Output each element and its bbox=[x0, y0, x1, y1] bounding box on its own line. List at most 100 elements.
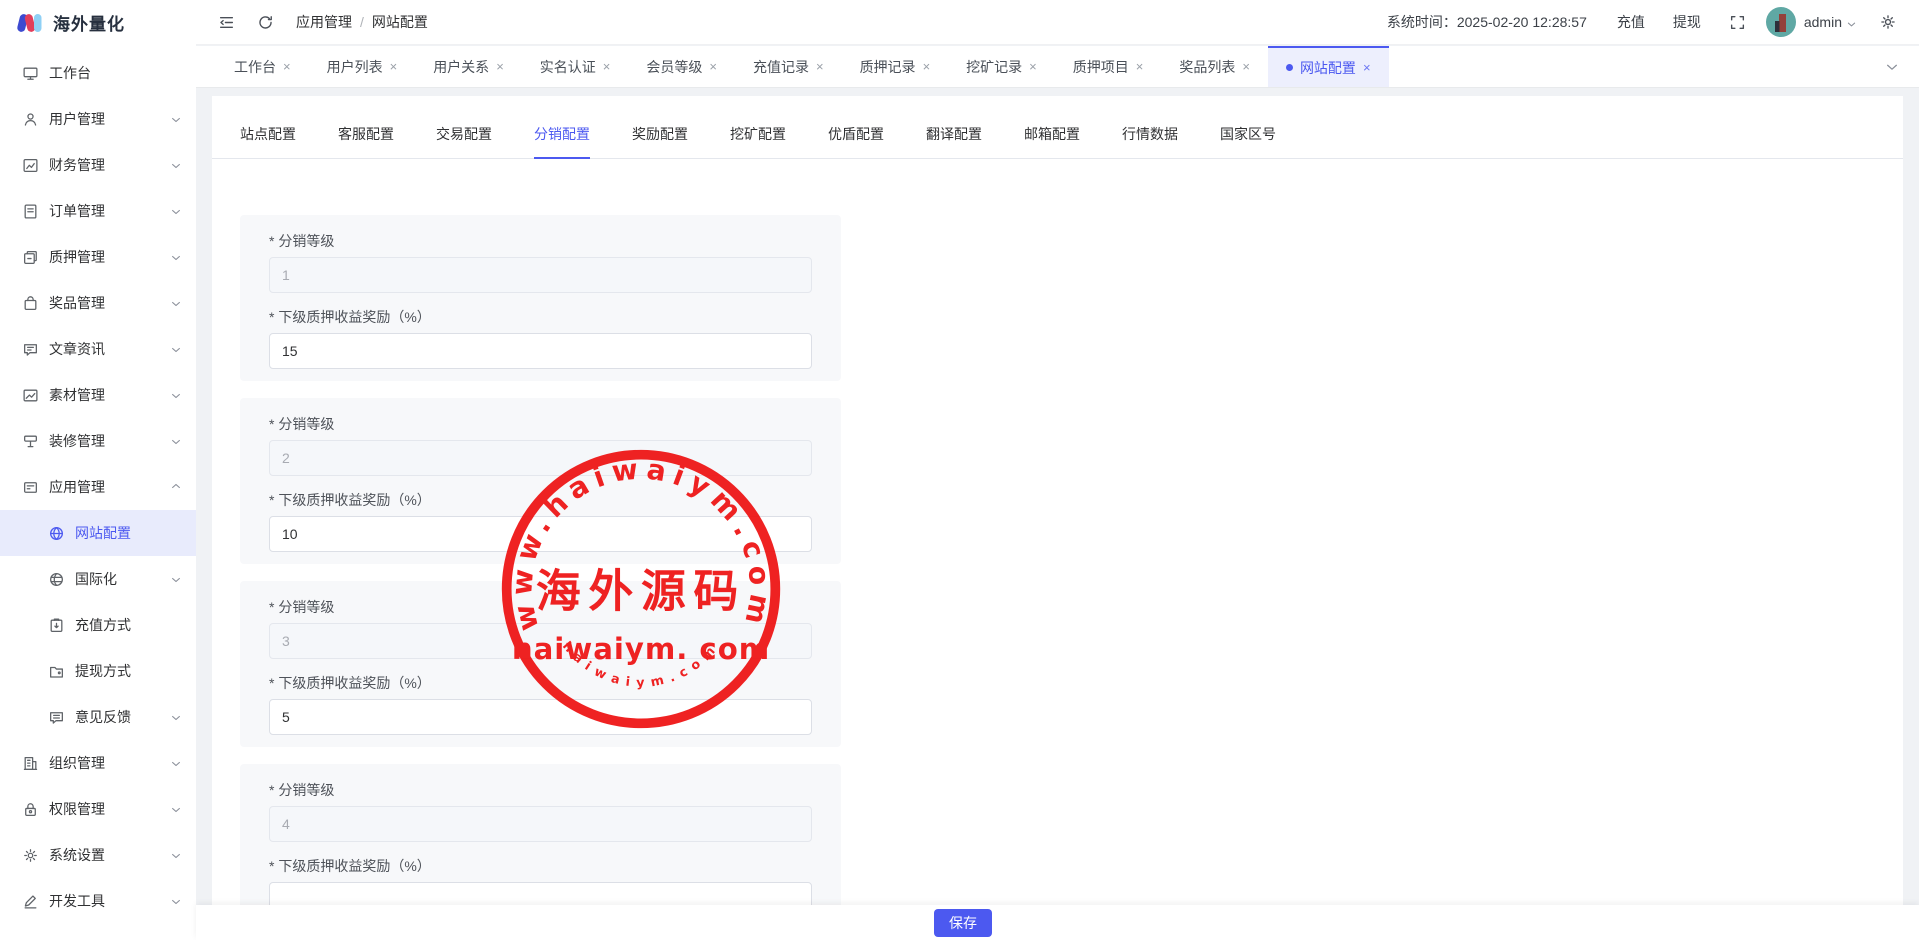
distribution-level-card: * 分销等级2* 下级质押收益奖励（%）10 bbox=[240, 398, 841, 564]
distribution-level-label: * 分销等级 bbox=[269, 780, 812, 800]
tab-recharge-records[interactable]: 充值记录× bbox=[735, 46, 842, 87]
sidebar-item-order-mgmt[interactable]: 订单管理 bbox=[0, 188, 196, 234]
sidebar-item-dev-tools[interactable]: 开发工具 bbox=[0, 878, 196, 924]
avatar[interactable] bbox=[1766, 7, 1796, 37]
pledge-reward-input[interactable]: 5 bbox=[269, 699, 812, 735]
subtab-trade[interactable]: 交易配置 bbox=[436, 124, 492, 158]
sidebar-item-pledge-mgmt[interactable]: 质押管理 bbox=[0, 234, 196, 280]
tab-user-relation[interactable]: 用户关系× bbox=[415, 46, 522, 87]
prize-bag-icon bbox=[22, 295, 39, 312]
withdraw-link[interactable]: 提现 bbox=[1673, 12, 1701, 32]
subtab-service[interactable]: 客服配置 bbox=[338, 124, 394, 158]
sidebar-item-decorate-mgmt[interactable]: 装修管理 bbox=[0, 418, 196, 464]
close-icon[interactable]: × bbox=[923, 60, 931, 73]
sidebar-menu: 工作台用户管理财务管理订单管理质押管理奖品管理文章资讯素材管理装修管理应用管理网… bbox=[0, 45, 196, 924]
tab-workbench[interactable]: 工作台 × bbox=[216, 46, 309, 87]
pledge-reward-input[interactable]: 15 bbox=[269, 333, 812, 369]
breadcrumb-parent[interactable]: 应用管理 bbox=[296, 12, 352, 32]
sidebar-item-label: 充值方式 bbox=[75, 615, 131, 635]
close-icon[interactable]: × bbox=[816, 60, 824, 73]
withdraw-folder-icon bbox=[48, 663, 65, 680]
sidebar-item-permission-mgmt[interactable]: 权限管理 bbox=[0, 786, 196, 832]
tab-member-level[interactable]: 会员等级× bbox=[628, 46, 735, 87]
sidebar-item-material-mgmt[interactable]: 素材管理 bbox=[0, 372, 196, 418]
close-icon[interactable]: × bbox=[1136, 60, 1144, 73]
sidebar-item-user-mgmt[interactable]: 用户管理 bbox=[0, 96, 196, 142]
sidebar-item-prize-mgmt[interactable]: 奖品管理 bbox=[0, 280, 196, 326]
close-icon[interactable]: × bbox=[496, 60, 504, 73]
pledge-reward-input[interactable]: 10 bbox=[269, 516, 812, 552]
close-icon[interactable]: × bbox=[603, 60, 611, 73]
system-time: 系统时间：2025-02-20 12:28:57 bbox=[1387, 12, 1587, 32]
tab-label: 质押项目 bbox=[1073, 57, 1129, 77]
pen-icon bbox=[22, 893, 39, 910]
close-icon[interactable]: × bbox=[1029, 60, 1037, 73]
tabs-strip: 工作台×用户列表×用户关系×实名认证×会员等级×充值记录×质押记录×挖矿记录×质… bbox=[216, 46, 1389, 87]
chevron-down-icon bbox=[170, 205, 182, 217]
subtab-translate[interactable]: 翻译配置 bbox=[926, 124, 982, 158]
sidebar-item-site-config[interactable]: 网站配置 bbox=[0, 510, 196, 556]
tab-pledge-projects[interactable]: 质押项目 × bbox=[1055, 46, 1162, 87]
sidebar-item-workbench[interactable]: 工作台 bbox=[0, 50, 196, 96]
chevron-down-icon bbox=[170, 343, 182, 355]
subtab-reward[interactable]: 奖励配置 bbox=[632, 124, 688, 158]
decorate-icon bbox=[22, 433, 39, 450]
subtab-youdun[interactable]: 优盾配置 bbox=[828, 124, 884, 158]
tab-label: 工作台 bbox=[234, 57, 276, 77]
sidebar-item-label: 订单管理 bbox=[49, 201, 105, 221]
subtab-site[interactable]: 站点配置 bbox=[240, 124, 296, 158]
sidebar-item-label: 网站配置 bbox=[75, 523, 131, 543]
chevron-down-icon bbox=[1846, 17, 1857, 28]
save-button[interactable]: 保存 bbox=[934, 909, 992, 937]
tab-site-config[interactable]: 网站配置 × bbox=[1268, 46, 1389, 87]
breadcrumb-current: 网站配置 bbox=[372, 12, 428, 32]
sidebar-item-recharge-method[interactable]: 充值方式 bbox=[0, 602, 196, 648]
distribution-level-input: 1 bbox=[269, 257, 812, 293]
pledge-reward-label: * 下级质押收益奖励（%） bbox=[269, 490, 812, 510]
sidebar-item-finance-mgmt[interactable]: 财务管理 bbox=[0, 142, 196, 188]
chevron-down-icon bbox=[170, 711, 182, 723]
sidebar-item-withdraw-method[interactable]: 提现方式 bbox=[0, 648, 196, 694]
sidebar-item-feedback[interactable]: 意见反馈 bbox=[0, 694, 196, 740]
collapse-menu-icon[interactable] bbox=[218, 14, 235, 31]
subtab-mining[interactable]: 挖矿配置 bbox=[730, 124, 786, 158]
user-menu[interactable]: admin bbox=[1804, 14, 1857, 30]
sidebar-item-system-settings[interactable]: 系统设置 bbox=[0, 832, 196, 878]
sidebar-item-article-news[interactable]: 文章资讯 bbox=[0, 326, 196, 372]
chevron-down-icon bbox=[170, 389, 182, 401]
finance-chart-icon bbox=[22, 157, 39, 174]
sidebar-item-i18n[interactable]: 国际化 bbox=[0, 556, 196, 602]
close-icon[interactable]: × bbox=[283, 60, 291, 73]
subtab-market[interactable]: 行情数据 bbox=[1122, 124, 1178, 158]
tab-prize-list[interactable]: 奖品列表× bbox=[1161, 46, 1268, 87]
sidebar-item-org-mgmt[interactable]: 组织管理 bbox=[0, 740, 196, 786]
close-icon[interactable]: × bbox=[1242, 60, 1250, 73]
distribution-level-label: * 分销等级 bbox=[269, 231, 812, 251]
i18n-globe-icon bbox=[48, 571, 65, 588]
refresh-icon[interactable] bbox=[257, 14, 274, 31]
sidebar-item-app-mgmt[interactable]: 应用管理 bbox=[0, 464, 196, 510]
close-icon[interactable]: × bbox=[709, 60, 717, 73]
recharge-link[interactable]: 充值 bbox=[1617, 12, 1645, 32]
tab-pledge-records[interactable]: 质押记录× bbox=[842, 46, 949, 87]
article-icon bbox=[22, 341, 39, 358]
subtab-distribution[interactable]: 分销配置 bbox=[534, 124, 590, 158]
logo: 海外量化 bbox=[0, 0, 196, 45]
active-tab-dot bbox=[1286, 64, 1293, 71]
close-icon[interactable]: × bbox=[390, 60, 398, 73]
settings-gear-icon[interactable] bbox=[1879, 13, 1897, 31]
tab-user-list[interactable]: 用户列表× bbox=[309, 46, 416, 87]
chevron-down-icon bbox=[170, 251, 182, 263]
username: admin bbox=[1804, 14, 1842, 30]
subtab-mailbox[interactable]: 邮箱配置 bbox=[1024, 124, 1080, 158]
tab-mining-records[interactable]: 挖矿记录× bbox=[948, 46, 1055, 87]
tab-label: 网站配置 bbox=[1300, 58, 1356, 78]
tab-realname-auth[interactable]: 实名认证× bbox=[522, 46, 629, 87]
tabs-overflow-chevron-icon[interactable] bbox=[1885, 46, 1905, 88]
pledge-reward-label: * 下级质押收益奖励（%） bbox=[269, 856, 812, 876]
fullscreen-icon[interactable] bbox=[1729, 14, 1746, 31]
org-building-icon bbox=[22, 755, 39, 772]
subtab-country-code[interactable]: 国家区号 bbox=[1220, 124, 1276, 158]
chevron-down-icon bbox=[170, 159, 182, 171]
close-icon[interactable]: × bbox=[1363, 61, 1371, 74]
